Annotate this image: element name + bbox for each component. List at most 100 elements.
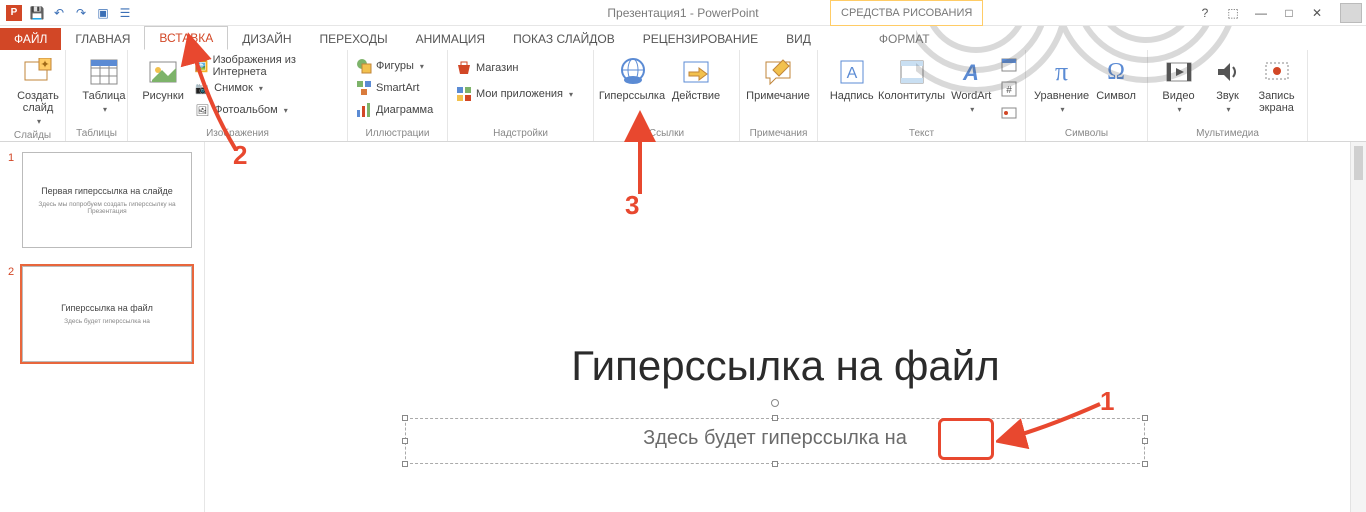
resize-handle[interactable]: [772, 415, 778, 421]
thumbnail-1[interactable]: Первая гиперссылка на слайде Здесь мы по…: [22, 152, 192, 248]
chart-icon: [356, 102, 372, 118]
comment-label: Примечание: [746, 90, 810, 102]
date-time-icon[interactable]: [1001, 57, 1017, 78]
vertical-scrollbar[interactable]: [1350, 142, 1366, 512]
chart-button[interactable]: Диаграмма: [356, 100, 439, 120]
svg-text:A: A: [962, 60, 979, 85]
equation-button[interactable]: π Уравнение: [1034, 54, 1089, 116]
new-slide-button[interactable]: ✦ Создать слайд: [8, 54, 68, 128]
photo-album-button[interactable]: 🖼 Фотоальбом: [194, 100, 339, 120]
pictures-label: Рисунки: [142, 90, 184, 102]
hyperlink-button[interactable]: Гиперссылка: [602, 54, 662, 102]
store-label: Магазин: [476, 62, 518, 74]
resize-handle[interactable]: [1142, 461, 1148, 467]
scrollbar-thumb[interactable]: [1354, 146, 1363, 180]
smartart-button[interactable]: SmartArt: [356, 78, 439, 98]
window-title: Презентация1 - PowerPoint: [607, 6, 758, 20]
resize-handle[interactable]: [772, 461, 778, 467]
minimize-icon[interactable]: —: [1250, 6, 1272, 20]
hyperlink-icon: [616, 56, 648, 88]
tab-format[interactable]: ФОРМАТ: [865, 28, 944, 50]
start-from-beginning-icon[interactable]: ▣: [96, 6, 110, 20]
resize-handle[interactable]: [402, 461, 408, 467]
chart-label: Диаграмма: [376, 104, 433, 116]
thumbnail-item[interactable]: 1 Первая гиперссылка на слайде Здесь мы …: [8, 152, 196, 248]
account-avatar[interactable]: [1340, 3, 1362, 23]
resize-handle[interactable]: [402, 438, 408, 444]
group-tables: Таблица Таблицы: [66, 50, 128, 141]
ribbon-tabs: ФАЙЛ ГЛАВНАЯ ВСТАВКА ДИЗАЙН ПЕРЕХОДЫ АНИ…: [0, 26, 1366, 50]
thumbnail-sub: Здесь будет гиперссылка на: [64, 318, 150, 325]
wordart-label: WordArt: [951, 90, 991, 102]
myapps-button[interactable]: Мои приложения: [456, 84, 585, 104]
tab-review[interactable]: РЕЦЕНЗИРОВАНИЕ: [629, 28, 772, 50]
tab-home[interactable]: ГЛАВНАЯ: [61, 28, 144, 50]
resize-handle[interactable]: [1142, 415, 1148, 421]
video-button[interactable]: Видео: [1156, 54, 1201, 116]
store-button[interactable]: Магазин: [456, 58, 585, 78]
rotate-handle[interactable]: [771, 399, 779, 407]
tab-view[interactable]: ВИД: [772, 28, 825, 50]
redo-icon[interactable]: ↷: [74, 6, 88, 20]
maximize-icon[interactable]: □: [1278, 6, 1300, 20]
tab-file[interactable]: ФАЙЛ: [0, 28, 61, 50]
group-slides: ✦ Создать слайд Слайды: [0, 50, 66, 141]
undo-icon[interactable]: ↶: [52, 6, 66, 20]
shapes-icon: [356, 58, 372, 74]
headerfooter-button[interactable]: Колонтитулы: [882, 54, 942, 102]
photo-album-icon: 🖼: [194, 102, 210, 118]
slide-subtitle-text[interactable]: Здесь будет гиперссылка на: [406, 419, 1144, 450]
myapps-label: Мои приложения: [476, 88, 563, 100]
photo-album-label: Фотоальбом: [214, 104, 278, 116]
close-icon[interactable]: ✕: [1306, 6, 1328, 20]
slide-number-icon[interactable]: #: [1001, 81, 1017, 102]
thumbnail-2[interactable]: Гиперссылка на файл Здесь будет гиперссы…: [22, 266, 192, 362]
touch-mode-icon[interactable]: ☰: [118, 6, 132, 20]
audio-button[interactable]: Звук: [1205, 54, 1250, 116]
object-icon[interactable]: [1001, 105, 1017, 126]
tab-animations[interactable]: АНИМАЦИЯ: [402, 28, 499, 50]
save-icon[interactable]: 💾: [30, 6, 44, 20]
resize-handle[interactable]: [402, 415, 408, 421]
table-button[interactable]: Таблица: [74, 54, 134, 116]
pictures-button[interactable]: Рисунки: [136, 54, 190, 102]
tab-design[interactable]: ДИЗАЙН: [228, 28, 305, 50]
textbox-button[interactable]: A Надпись: [826, 54, 878, 102]
action-icon: [680, 56, 712, 88]
annotation-rect-1: [938, 418, 994, 460]
slide-subtitle-textbox[interactable]: Здесь будет гиперссылка на: [405, 418, 1145, 464]
help-icon[interactable]: ?: [1194, 6, 1216, 20]
tab-insert[interactable]: ВСТАВКА: [144, 26, 228, 50]
wordart-button[interactable]: A WordArt: [946, 54, 998, 116]
group-links: Гиперссылка Действие Ссылки: [594, 50, 740, 141]
svg-text:A: A: [846, 65, 857, 82]
symbol-button[interactable]: Ω Символ: [1093, 54, 1139, 102]
online-pictures-label: Изображения из Интернета: [213, 54, 339, 78]
comment-button[interactable]: Примечание: [748, 54, 808, 102]
myapps-icon: [456, 86, 472, 102]
slide-title[interactable]: Гиперссылка на файл: [205, 342, 1366, 390]
slide-canvas-area[interactable]: KONEKTO.RU Гиперссылка на файл Здесь буд…: [205, 142, 1366, 512]
audio-label: Звук: [1216, 90, 1239, 102]
pictures-icon: [147, 56, 179, 88]
table-icon: [88, 56, 120, 88]
group-addins-label: Надстройки: [456, 126, 585, 139]
shapes-button[interactable]: Фигуры: [356, 56, 439, 76]
svg-text:✦: ✦: [40, 59, 49, 71]
equation-icon: π: [1046, 56, 1078, 88]
action-button[interactable]: Действие: [666, 54, 726, 102]
wordart-icon: A: [955, 56, 987, 88]
new-slide-icon: ✦: [22, 56, 54, 88]
screenshot-button[interactable]: 📷 Снимок: [194, 78, 339, 98]
symbol-icon: Ω: [1100, 56, 1132, 88]
group-tables-label: Таблицы: [74, 126, 119, 139]
thumbnail-item[interactable]: 2 Гиперссылка на файл Здесь будет гиперс…: [8, 266, 196, 362]
tab-transitions[interactable]: ПЕРЕХОДЫ: [306, 28, 402, 50]
action-label: Действие: [672, 90, 720, 102]
thumbnail-title: Первая гиперссылка на слайде: [41, 186, 173, 197]
tab-slideshow[interactable]: ПОКАЗ СЛАЙДОВ: [499, 28, 629, 50]
online-pictures-button[interactable]: 🖼️ Изображения из Интернета: [194, 56, 339, 76]
ribbon-display-icon[interactable]: ⬚: [1222, 6, 1244, 20]
screen-recording-button[interactable]: Запись экрана: [1254, 54, 1299, 114]
resize-handle[interactable]: [1142, 438, 1148, 444]
